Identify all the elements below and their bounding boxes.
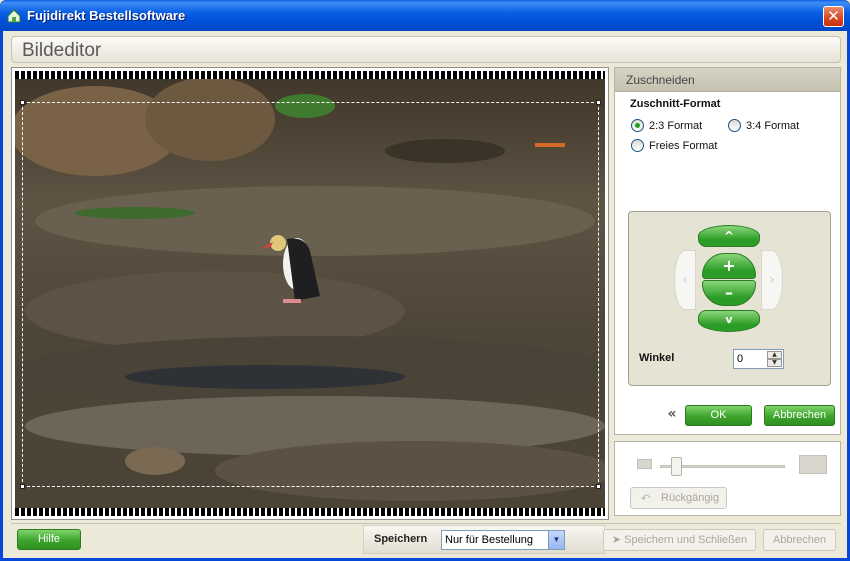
ok-button[interactable]: OK <box>685 405 752 426</box>
radio-label: Freies Format <box>649 139 718 152</box>
save-mode-select[interactable]: Nur für Bestellung ▼ <box>441 530 565 550</box>
zoom-out-button[interactable]: – <box>702 280 756 306</box>
crop-cancel-button[interactable]: Abbrechen <box>764 405 835 426</box>
angle-spinner[interactable]: 0 ▲ ▼ <box>733 349 784 369</box>
app-icon <box>7 9 21 23</box>
window-title: Fujidirekt Bestellsoftware <box>27 8 186 23</box>
radio-label: 3:4 Format <box>746 119 800 132</box>
save-mode-value: Nur für Bestellung <box>445 534 534 546</box>
crop-panel-title: Zuschneiden <box>615 68 840 92</box>
radio-free-format[interactable]: Freies Format <box>631 139 717 152</box>
undo-button[interactable]: ↶ Rückgängig <box>630 487 727 509</box>
image-canvas[interactable] <box>11 67 609 520</box>
bottom-toolbar: Hilfe Speichern Nur für Bestellung ▼ ➤ S… <box>11 523 841 555</box>
move-right-button[interactable]: › <box>761 250 783 310</box>
undo-label: Rückgängig <box>661 492 720 504</box>
radio-button-selected[interactable] <box>631 119 644 132</box>
close-button[interactable]: ✕ <box>823 6 844 27</box>
radio-2-3-format[interactable]: 2:3 Format <box>631 119 702 132</box>
crop-handle-bottom-right[interactable] <box>596 484 601 489</box>
radio-button[interactable] <box>728 119 741 132</box>
film-strip-bottom <box>15 508 605 516</box>
spinner-up-icon[interactable]: ▲ <box>767 351 782 359</box>
radio-3-4-format[interactable]: 3:4 Format <box>728 119 799 132</box>
title-bar[interactable]: Fujidirekt Bestellsoftware ✕ <box>0 0 850 31</box>
zoom-small-image-icon <box>637 459 652 469</box>
zoom-undo-panel: ↶ Rückgängig <box>614 441 841 516</box>
cancel-button[interactable]: Abbrechen <box>763 529 836 551</box>
crop-handle-top-left[interactable] <box>20 100 25 105</box>
app-window: Fujidirekt Bestellsoftware ✕ Bildeditor <box>0 0 850 561</box>
move-down-button[interactable]: v <box>698 310 760 332</box>
move-left-button[interactable]: ‹ <box>674 250 696 310</box>
zoom-large-image-icon <box>799 455 827 474</box>
crop-handle-top-right[interactable] <box>596 100 601 105</box>
crop-format-label: Zuschnitt-Format <box>630 98 721 110</box>
save-and-close-button[interactable]: ➤ Speichern und Schließen <box>603 529 756 551</box>
save-options: Speichern Nur für Bestellung ▼ <box>363 525 605 554</box>
client-area: Bildeditor Zuschneiden Zuschnitt-Format … <box>3 31 847 558</box>
crop-handle-bottom-left[interactable] <box>20 484 25 489</box>
spinner-down-icon[interactable]: ▼ <box>767 359 782 367</box>
editor-header: Bildeditor <box>11 36 841 63</box>
chevron-down-icon[interactable]: ▼ <box>548 531 564 549</box>
page-title: Bildeditor <box>22 40 102 61</box>
undo-icon: ↶ <box>641 493 651 505</box>
radio-button[interactable] <box>631 139 644 152</box>
position-control-box: ‹ › ^ + – v Winkel 0 ▲ ▼ <box>628 211 831 386</box>
save-and-close-label: Speichern und Schließen <box>624 534 748 546</box>
angle-value[interactable]: 0 <box>737 353 743 365</box>
arrow-right-icon: ➤ <box>611 534 625 546</box>
crop-rectangle[interactable] <box>20 100 601 489</box>
radio-label: 2:3 Format <box>649 119 703 132</box>
collapse-double-chevron-icon[interactable]: « <box>662 405 682 426</box>
help-button[interactable]: Hilfe <box>17 529 81 550</box>
move-up-button[interactable]: ^ <box>698 225 760 247</box>
crop-panel: Zuschneiden Zuschnitt-Format 2:3 Format … <box>614 67 841 435</box>
zoom-in-button[interactable]: + <box>702 253 756 279</box>
angle-label: Winkel <box>639 352 675 364</box>
film-strip-top <box>15 71 605 79</box>
zoom-slider-thumb[interactable] <box>671 457 683 476</box>
save-label: Speichern <box>374 533 428 545</box>
